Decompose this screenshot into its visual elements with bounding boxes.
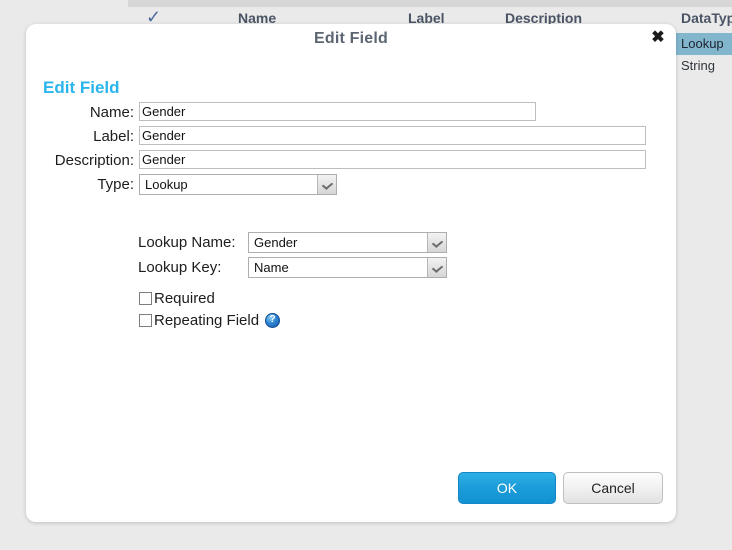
page-title: Edit Field — [43, 78, 120, 97]
type-select[interactable]: Lookup — [139, 174, 337, 195]
chevron-down-icon[interactable] — [317, 175, 336, 194]
required-checkbox-row: Required — [26, 287, 280, 309]
lookup-settings-group: Lookup Name: Gender Lookup Key: Name — [26, 232, 676, 282]
close-icon[interactable]: ✖ — [649, 29, 667, 47]
form-row-description: Description: — [26, 150, 676, 174]
table-row[interactable]: String — [675, 55, 732, 77]
form-row-lookup-name: Lookup Name: Gender — [26, 232, 676, 257]
form-row-name: Name: — [26, 102, 676, 126]
repeating-field-checkbox-label: Repeating Field — [154, 311, 260, 329]
label-input[interactable] — [139, 126, 646, 145]
lookup-key-label: Lookup Key: — [138, 259, 222, 276]
help-icon[interactable] — [265, 312, 281, 328]
name-input[interactable] — [139, 102, 536, 121]
cancel-button[interactable]: Cancel — [563, 472, 663, 504]
repeating-field-checkbox[interactable] — [139, 313, 152, 327]
lookup-key-select-value: Name — [254, 260, 289, 275]
form-row-lookup-key: Lookup Key: Name — [26, 257, 676, 282]
dialog-footer: OK Cancel — [26, 472, 676, 512]
form-row-label: Label: — [26, 126, 676, 150]
required-checkbox-label: Required — [154, 289, 215, 307]
dialog-titlebar: Edit Field ✖ — [26, 24, 676, 54]
lookup-key-select[interactable]: Name — [248, 257, 447, 278]
edit-field-form: Name: Label: Description: Type: Lookup — [26, 102, 676, 198]
chevron-down-icon[interactable] — [427, 258, 446, 277]
background-datatype-column: Lookup String — [675, 33, 732, 77]
dialog-title: Edit Field — [314, 30, 388, 47]
background-toolbar-strip — [128, 0, 732, 7]
checkbox-group: Required Repeating Field — [26, 287, 281, 331]
screen: ✓ Name Label Description DataTyp Lookup … — [0, 0, 732, 550]
type-field-label: Type: — [97, 176, 134, 193]
description-input[interactable] — [139, 150, 646, 169]
type-select-value: Lookup — [145, 177, 188, 192]
lookup-name-select[interactable]: Gender — [248, 232, 447, 253]
name-field-label: Name: — [89, 104, 134, 121]
chevron-down-icon[interactable] — [427, 233, 446, 252]
label-field-label: Label: — [93, 128, 134, 145]
table-row[interactable]: Lookup — [675, 33, 732, 55]
ok-button[interactable]: OK — [458, 472, 556, 504]
form-row-type: Type: Lookup — [26, 174, 676, 198]
description-field-label: Description: — [54, 152, 134, 169]
lookup-name-select-value: Gender — [254, 235, 298, 250]
required-checkbox[interactable] — [139, 291, 152, 305]
repeating-field-checkbox-row: Repeating Field — [26, 309, 281, 331]
column-header-datatype[interactable]: DataTyp — [681, 10, 732, 26]
edit-field-dialog: Edit Field ✖ Edit Field Name: Label: Des… — [26, 24, 676, 522]
lookup-name-label: Lookup Name: — [138, 234, 236, 251]
